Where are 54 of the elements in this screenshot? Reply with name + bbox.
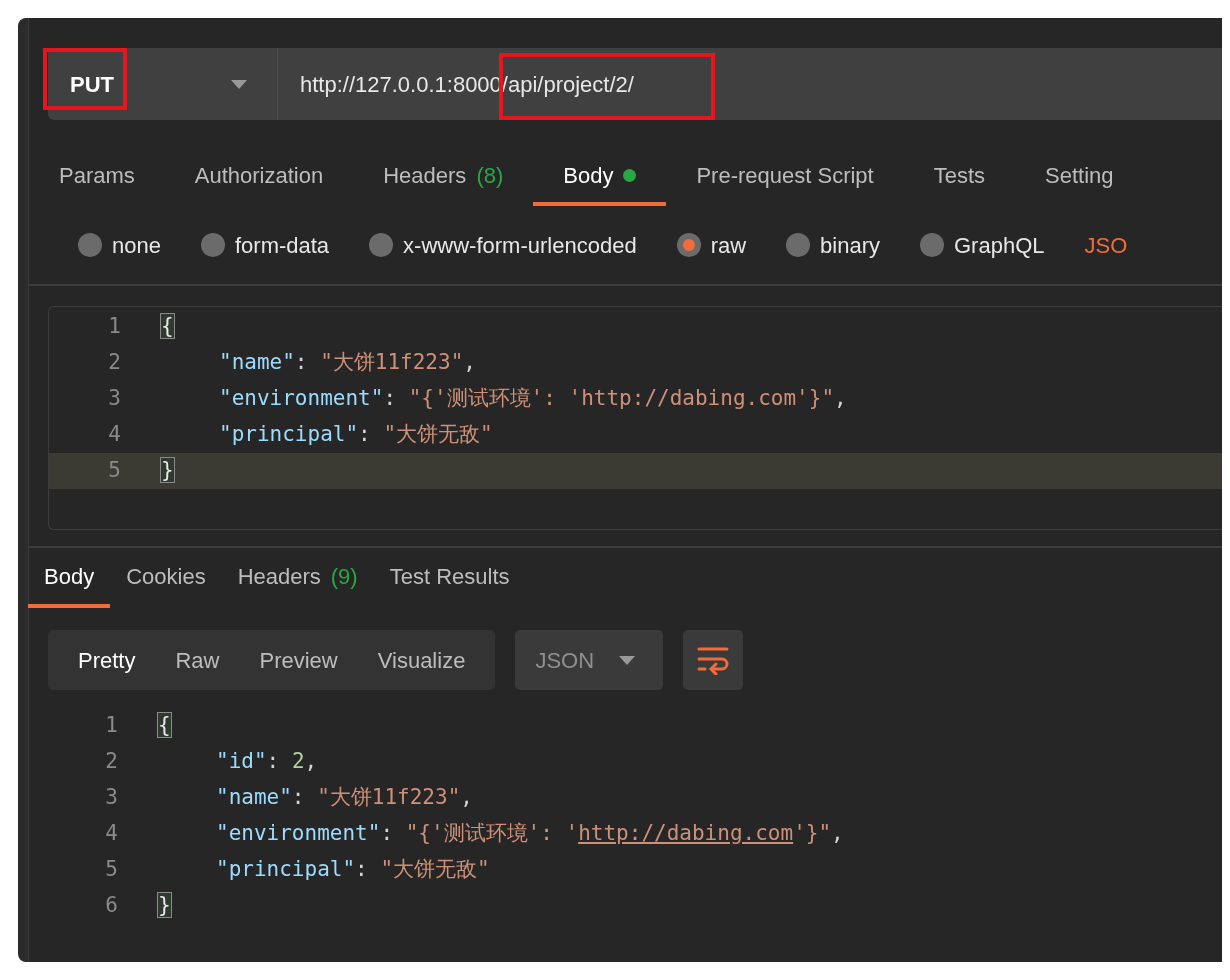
- radio-label[interactable]: GraphQL: [954, 228, 1045, 262]
- response-tab[interactable]: Cookies: [110, 548, 222, 608]
- code-line: "principal": "大饼无敌": [218, 421, 493, 449]
- line-number: 2: [107, 349, 121, 377]
- request-tab[interactable]: Setting: [1015, 148, 1144, 206]
- wrap-lines-icon: [696, 645, 731, 675]
- radio-label[interactable]: raw: [710, 228, 747, 262]
- request-tab[interactable]: Headers (8): [353, 148, 534, 206]
- response-tab[interactable]: Body: [28, 548, 111, 608]
- wrap-text-button[interactable]: [683, 630, 744, 690]
- format-dropdown[interactable]: JSO: [1084, 228, 1128, 262]
- method-dropdown[interactable]: PUT: [48, 48, 278, 120]
- caret-icon: [619, 655, 636, 665]
- view-mode-button[interactable]: Preview: [239, 630, 358, 690]
- radio-button[interactable]: [676, 233, 701, 257]
- radio-label[interactable]: none: [112, 228, 161, 262]
- request-tab[interactable]: Authorization: [164, 148, 354, 206]
- code-line: "id": 2,: [215, 748, 318, 776]
- code-line: "name": "大饼11f223",: [218, 349, 476, 377]
- radio-label[interactable]: form-data: [234, 228, 330, 262]
- request-tab[interactable]: Body: [533, 148, 667, 206]
- code-line: "principal": "大饼无敌": [215, 856, 490, 884]
- line-number: 5: [107, 457, 121, 485]
- code-line: "environment": "{'测试环境': 'http://dabing.com'}",: [215, 820, 844, 848]
- code-line: "environment": "{'测试环境': 'http://dabing.com'}",: [218, 385, 847, 413]
- radio-button[interactable]: [786, 233, 811, 257]
- line-number: 6: [104, 892, 118, 920]
- response-tab[interactable]: Test Results: [373, 548, 526, 608]
- format-dropdown[interactable]: JSON: [515, 630, 664, 690]
- radio-label[interactable]: x-www-form-urlencoded: [403, 228, 637, 262]
- line-number: 3: [104, 784, 118, 812]
- line-number: 5: [104, 856, 118, 884]
- line-number: 2: [104, 748, 118, 776]
- caret-icon: [231, 79, 247, 89]
- request-tab[interactable]: Params: [29, 148, 165, 206]
- response-tab[interactable]: Headers (9): [221, 548, 374, 608]
- request-tab[interactable]: Tests: [903, 148, 1016, 206]
- request-tab[interactable]: Pre-request Script: [666, 148, 904, 206]
- radio-button[interactable]: [369, 233, 394, 257]
- view-mode-button[interactable]: Raw: [155, 630, 240, 690]
- method-label: PUT: [70, 70, 114, 99]
- view-mode-button[interactable]: Pretty: [58, 630, 156, 690]
- radio-label[interactable]: binary: [820, 228, 880, 262]
- line-number: 1: [107, 313, 121, 341]
- line-number: 4: [107, 421, 121, 449]
- code-line: "name": "大饼11f223",: [215, 784, 473, 812]
- radio-button[interactable]: [200, 233, 225, 257]
- radio-button[interactable]: [920, 233, 944, 257]
- line-number: 4: [104, 820, 118, 848]
- line-number: 3: [107, 385, 121, 413]
- radio-button[interactable]: [78, 233, 102, 257]
- code-editor[interactable]: 1 { 2 "name": "大饼11f223", 3 "environment": "{'测试环境': 'http://dabing.com'}", 4 "principal": "大饼无敌" 5 }: [48, 306, 1222, 530]
- view-mode-button[interactable]: Visualize: [357, 630, 486, 690]
- line-number: 1: [104, 712, 118, 740]
